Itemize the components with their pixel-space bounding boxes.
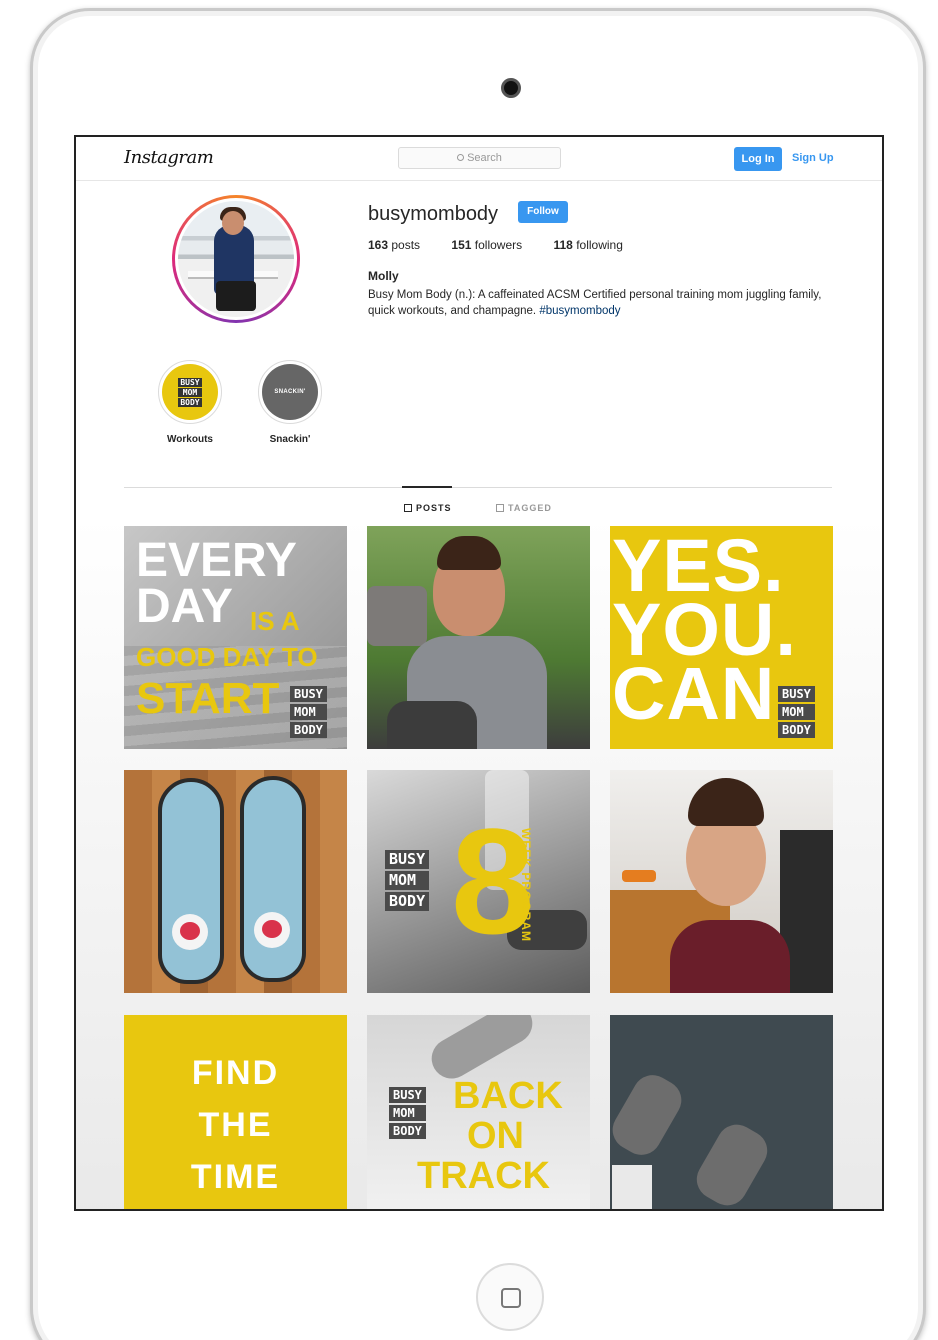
profile-full-name: Molly bbox=[368, 269, 399, 283]
busy-mom-body-logo: BUSY MOM BODY bbox=[178, 377, 202, 407]
tag-icon bbox=[496, 503, 504, 512]
grid-icon bbox=[404, 503, 412, 512]
busy-mom-body-logo: BUSY MOM BODY bbox=[778, 686, 815, 740]
follow-button[interactable]: Follow bbox=[518, 201, 568, 223]
highlight-snackin[interactable]: SNACKIN' Snackin' bbox=[250, 360, 330, 445]
following-stat[interactable]: 118 following bbox=[553, 238, 622, 252]
screen: Instagram Search Log In Sign Up busymomb… bbox=[74, 135, 884, 1211]
highlight-workouts[interactable]: BUSY MOM BODY Workouts bbox=[150, 360, 230, 445]
post-back-on-track[interactable]: BUSY MOM BODY BACK ON TRACK bbox=[367, 1015, 590, 1209]
profile-username: busymombody bbox=[368, 203, 499, 225]
avatar[interactable] bbox=[172, 195, 300, 323]
busy-mom-body-logo: BUSY MOM BODY bbox=[290, 686, 327, 740]
post-yes-you-can[interactable]: YES. YOU. CAN. BUSY MOM BODY bbox=[610, 526, 833, 749]
top-nav: Instagram Search Log In Sign Up bbox=[76, 137, 882, 181]
chair-icon bbox=[367, 586, 427, 646]
tab-posts[interactable]: POSTS bbox=[404, 503, 452, 513]
search-placeholder: Search bbox=[467, 152, 502, 164]
profile-bio: Busy Mom Body (n.): A caffeinated ACSM C… bbox=[368, 287, 838, 319]
followers-stat[interactable]: 151 followers bbox=[451, 238, 522, 252]
instagram-logo[interactable]: Instagram bbox=[124, 147, 214, 168]
snackin-logo: SNACKIN' bbox=[274, 389, 306, 395]
login-button[interactable]: Log In bbox=[734, 147, 782, 171]
tabs-divider bbox=[124, 487, 832, 488]
posts-stat: 163 posts bbox=[368, 238, 421, 252]
active-tab-indicator bbox=[402, 486, 452, 488]
post-find-the-time[interactable]: FIND THE TIME bbox=[124, 1015, 347, 1209]
dumbbell-icon bbox=[622, 870, 656, 882]
heart-icon bbox=[262, 920, 282, 938]
busy-mom-body-logo: BUSY MOM BODY bbox=[389, 1087, 426, 1141]
post-selfie-gym[interactable] bbox=[610, 770, 833, 993]
post-gym-mat-sneakers[interactable] bbox=[610, 1015, 833, 1209]
camera-icon bbox=[501, 78, 521, 98]
home-button[interactable] bbox=[476, 1263, 544, 1331]
post-sneakers[interactable] bbox=[124, 770, 347, 993]
post-selfie-outdoor[interactable] bbox=[367, 526, 590, 749]
heart-icon bbox=[180, 922, 200, 940]
post-every-day[interactable]: EVERY DAY IS A GOOD DAY TO START BUSY MOM… bbox=[124, 526, 347, 749]
search-input[interactable]: Search bbox=[398, 147, 561, 169]
busy-mom-body-logo: BUSY MOM BODY bbox=[385, 850, 430, 913]
search-icon bbox=[457, 153, 465, 161]
post-8-week-program[interactable]: BUSY MOM BODY 8 WEEK PROGRAM bbox=[367, 770, 590, 993]
highlight-label: Workouts bbox=[167, 434, 213, 445]
highlight-label: Snackin' bbox=[269, 434, 311, 445]
bio-hashtag-link[interactable]: #busymombody bbox=[539, 305, 620, 317]
profile-stats: 163 posts 151 followers 118 following bbox=[368, 238, 651, 252]
signup-link[interactable]: Sign Up bbox=[792, 152, 834, 164]
tab-tagged[interactable]: TAGGED bbox=[496, 503, 552, 513]
